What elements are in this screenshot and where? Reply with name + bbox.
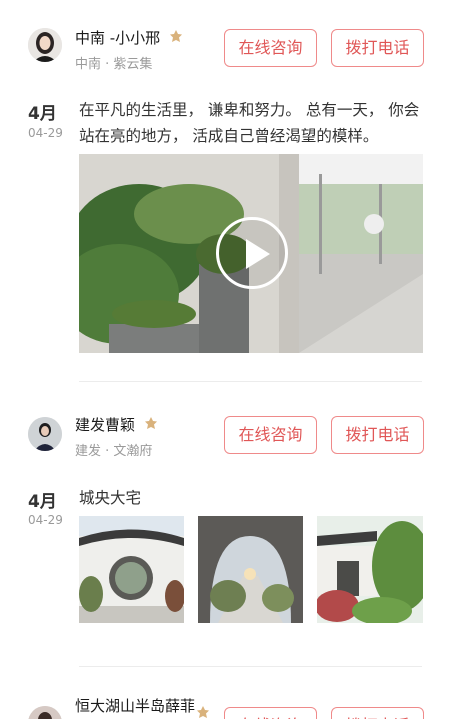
author-name[interactable]: 恒大湖山半岛薛菲	[75, 697, 195, 715]
online-consult-button[interactable]: 在线咨询	[224, 707, 317, 719]
medal-icon	[197, 706, 209, 718]
call-button[interactable]: 拨打电话	[331, 707, 424, 719]
avatar[interactable]	[28, 706, 62, 719]
author-name-text: 恒大湖山半岛薛菲	[75, 697, 196, 715]
post-card: 恒大湖山半岛薛菲 在线咨询 拨打电话	[0, 0, 451, 719]
